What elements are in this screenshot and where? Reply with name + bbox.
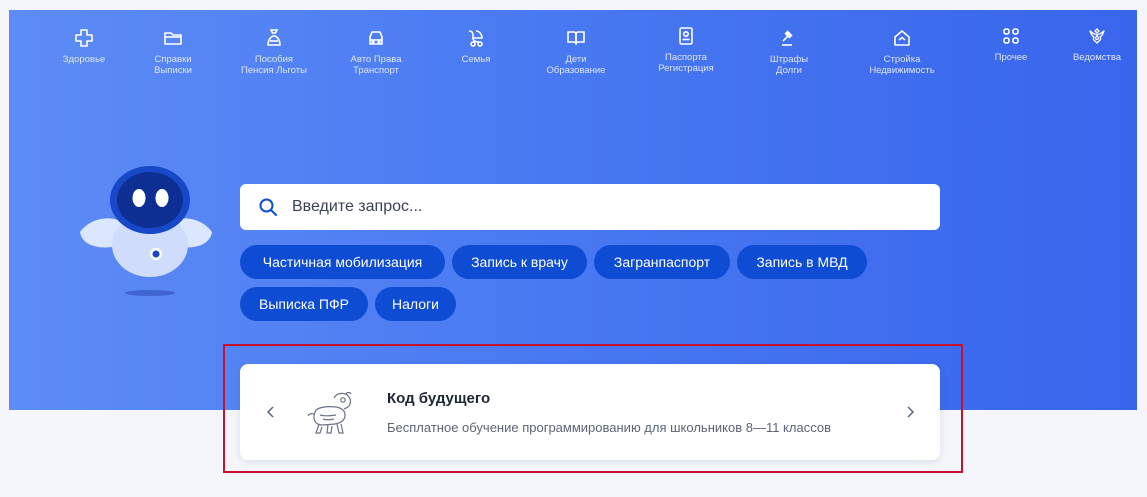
nav-label: Авто Права Транспорт [350, 54, 402, 76]
nav-label: Справки Выписки [154, 54, 192, 76]
chip-foreign-passport[interactable]: Загранпаспорт [594, 245, 730, 279]
car-icon [369, 31, 383, 45]
chip-mvd-appointment[interactable]: Запись в МВД [737, 245, 867, 279]
folder-icon [164, 32, 182, 45]
nav-item-passports[interactable]: Паспорта Регистрация [641, 26, 731, 74]
money-bag-icon [267, 29, 281, 46]
nav-label: Семья [461, 54, 491, 65]
nav-item-education[interactable]: Дети Образование [531, 28, 621, 76]
nav-item-family[interactable]: Семья [431, 28, 521, 65]
nav-label: Дети Образование [546, 54, 606, 76]
gavel-icon [782, 30, 793, 46]
nav-label: Ведомства [1072, 52, 1122, 63]
nav-label: Стройка Недвижимость [869, 54, 935, 76]
nav-item-health[interactable]: Здоровье [39, 28, 129, 65]
nav-item-agencies[interactable]: Ведомства [1052, 26, 1142, 63]
robot-mascot-icon [80, 166, 212, 296]
highlight-frame [223, 344, 963, 473]
chip-pfr-statement[interactable]: Выписка ПФР [240, 287, 368, 321]
chip-taxes[interactable]: Налоги [375, 287, 456, 321]
nav-label: Паспорта Регистрация [658, 52, 714, 74]
nav-item-transport[interactable]: Авто Права Транспорт [331, 28, 421, 76]
stroller-icon [468, 30, 483, 47]
search-input[interactable] [290, 197, 894, 217]
search-bar[interactable] [240, 184, 940, 230]
chip-partial-mobilization[interactable]: Частичная мобилизация [240, 245, 445, 279]
nav-label: Пособия Пенсия Льготы [241, 54, 307, 76]
grid-icon [1003, 28, 1019, 44]
book-icon [567, 31, 585, 45]
nav-label: Штрафы Долги [769, 54, 809, 76]
nav-item-benefits[interactable]: Пособия Пенсия Льготы [229, 28, 319, 76]
nav-item-certificates[interactable]: Справки Выписки [128, 28, 218, 76]
house-icon [894, 30, 910, 46]
health-cross-icon [75, 29, 93, 47]
nav-item-other[interactable]: Прочее [966, 26, 1056, 63]
search-icon [259, 198, 277, 216]
coat-of-arms-icon [1089, 28, 1105, 44]
passport-icon [679, 27, 693, 45]
nav-label: Прочее [994, 52, 1028, 63]
nav-item-realty[interactable]: Стройка Недвижимость [857, 28, 947, 76]
category-nav: Здоровье Справки Выписки Пособия Пенсия … [9, 26, 1137, 106]
nav-item-fines[interactable]: Штрафы Долги [744, 28, 834, 76]
nav-label: Здоровье [62, 54, 106, 65]
chip-doctor-appointment[interactable]: Запись к врачу [452, 245, 587, 279]
